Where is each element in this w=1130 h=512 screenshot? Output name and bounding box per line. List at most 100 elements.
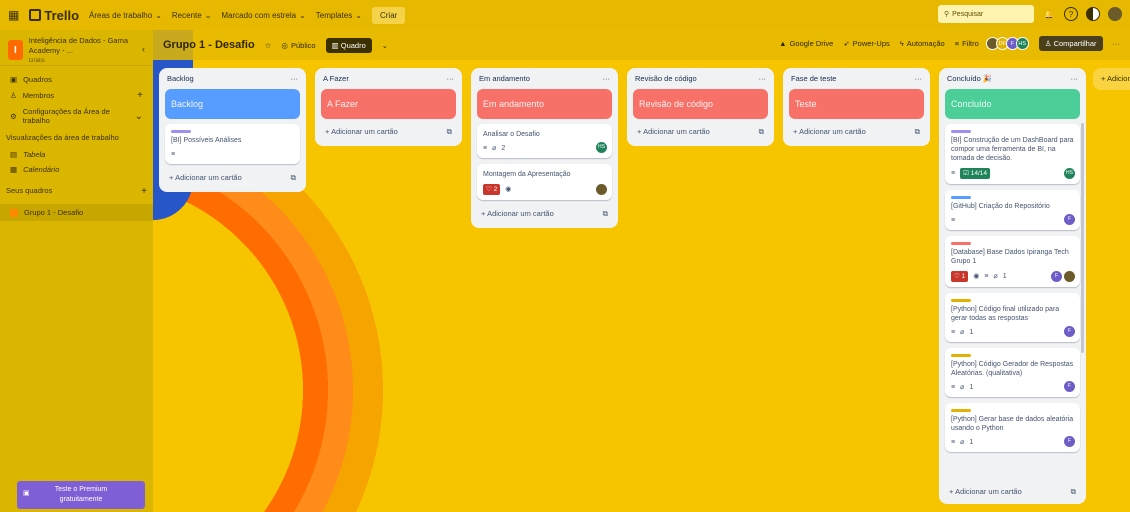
more-icon[interactable]: ··· (603, 74, 611, 83)
board-header: Grupo 1 - Desafio ☆ ◎ Público ▥ Quadro ⌄ … (153, 30, 1130, 60)
cover-label: Concluído (951, 99, 992, 109)
theme-icon[interactable] (1086, 7, 1100, 21)
card-badges: ≡ ⌀ 1 (951, 438, 1074, 447)
add-member-icon[interactable]: + (137, 90, 143, 101)
board-members[interactable]: DF F HS (985, 37, 1029, 50)
list-scrollbar[interactable] (1081, 123, 1084, 353)
help-icon[interactable]: ? (1064, 7, 1078, 21)
template-icon[interactable]: ⧉ (1071, 487, 1076, 497)
list-done: Concluído 🎉 ··· Concluído [BI] Construção… (939, 68, 1086, 504)
sidebar-item-table[interactable]: ▤ Tabela (0, 147, 153, 162)
sidebar-item-boards[interactable]: ▣ Quadros (0, 72, 153, 87)
list-cover-card[interactable]: Em andamento (477, 89, 612, 119)
list-cover-card[interactable]: Revisão de código (633, 89, 768, 119)
list-title[interactable]: Concluído (947, 74, 981, 83)
add-card-button[interactable]: + Adicionar um cartão ⧉ (477, 206, 612, 222)
list-header: Revisão de código ··· (633, 72, 768, 89)
list-in-progress: Em andamento ··· Em andamento Analisar o … (471, 68, 618, 228)
nav-workspaces[interactable]: Áreas de trabalho ⌄ (89, 11, 162, 20)
visibility-button[interactable]: ◎ Público (281, 41, 315, 50)
avatar: HS (1064, 168, 1075, 179)
card[interactable]: [BI] Construção de um DashBoard para com… (945, 124, 1080, 184)
nav-templates[interactable]: Templates ⌄ (316, 11, 362, 20)
more-icon[interactable]: ··· (915, 74, 923, 83)
card[interactable]: [GitHub] Criação do Repositório ≡ F (945, 190, 1080, 230)
template-icon[interactable]: ⧉ (915, 127, 920, 137)
sidebar-item-label: Calendário (23, 165, 60, 174)
list-title[interactable]: Fase de teste (791, 74, 836, 83)
attachment-icon: ⌀ (960, 439, 965, 446)
members-icon: ♙ (10, 91, 17, 100)
more-icon[interactable]: ··· (291, 74, 299, 83)
board-title[interactable]: Grupo 1 - Desafio (163, 39, 255, 51)
star-icon[interactable]: ☆ (265, 41, 272, 50)
attachment-count: 2 (501, 145, 506, 152)
drive-label: Google Drive (789, 39, 834, 48)
power-ups-button[interactable]: ➶ Power-Ups (843, 39, 889, 48)
add-card-button[interactable]: + Adicionar um cartão ⧉ (789, 124, 924, 140)
add-card-button[interactable]: + Adicionar um cartão ⧉ (945, 484, 1080, 500)
sidebar-item-members[interactable]: ♙ Membros + (0, 87, 153, 104)
collapse-sidebar-icon[interactable]: ‹ (142, 44, 145, 54)
card[interactable]: [Python] Gerar base de dados aleatória u… (945, 403, 1080, 452)
more-icon[interactable]: ··· (447, 74, 455, 83)
chevron-down-icon: ⌄ (134, 110, 143, 122)
more-icon[interactable]: ··· (1113, 39, 1121, 48)
card-title: [Database] Base Dados Ipiranga Tech Grup… (951, 249, 1069, 265)
apps-grid-icon[interactable]: ▦ (8, 8, 19, 22)
trello-logo[interactable]: Trello (29, 8, 79, 23)
card[interactable]: [BI] Possíveis Análises ≡ (165, 124, 300, 164)
list-title[interactable]: Backlog (167, 74, 194, 83)
add-board-icon[interactable]: + (141, 186, 147, 197)
template-icon[interactable]: ⧉ (759, 127, 764, 137)
add-card-button[interactable]: + Adicionar um cartão ⧉ (321, 124, 456, 140)
list-cover-card[interactable]: Concluído (945, 89, 1080, 119)
list-cover-card[interactable]: Backlog (165, 89, 300, 119)
template-icon[interactable]: ⧉ (447, 127, 452, 137)
card[interactable]: Montagem da Apresentação ♡ 2 ◉ (477, 164, 612, 200)
add-list-button[interactable]: + Adicionar (1093, 68, 1130, 90)
template-icon[interactable]: ⧉ (603, 209, 608, 219)
party-icon: 🎉 (982, 74, 993, 83)
sidebar-board-grupo1[interactable]: Grupo 1 - Desafio (0, 204, 153, 221)
list-cover-card[interactable]: Teste (789, 89, 924, 119)
card[interactable]: Analisar o Desafio ≡ ⌀ 2 HS (477, 124, 612, 158)
google-drive-button[interactable]: ▲ Google Drive (779, 39, 833, 48)
card[interactable]: [Python] Código Gerador de Respostas Ale… (945, 348, 1080, 397)
search-icon: ⚲ (944, 11, 950, 18)
user-avatar[interactable] (1108, 7, 1122, 21)
more-icon[interactable]: ··· (1071, 74, 1079, 83)
board-view-button[interactable]: ▥ Quadro (325, 37, 372, 53)
add-card-button[interactable]: + Adicionar um cartão ⧉ (165, 170, 300, 186)
card[interactable]: [Python] Código final utilizado para ger… (945, 293, 1080, 342)
notifications-icon[interactable]: 🔔 (1042, 7, 1056, 21)
card-members: F (1064, 381, 1075, 392)
premium-trial-button[interactable]: ▣ Teste o Premium gratuitamente (17, 481, 145, 509)
list-todo: A Fazer ··· A Fazer + Adicionar um cartão… (315, 68, 462, 146)
card-title: [Python] Código Gerador de Respostas Ale… (951, 361, 1074, 377)
chevron-down-icon[interactable]: ⌄ (382, 41, 388, 50)
list-title[interactable]: Em andamento (479, 74, 530, 83)
nav-recent[interactable]: Recente ⌄ (172, 11, 212, 20)
watch-icon: ◉ (973, 273, 980, 280)
sidebar-item-calendar[interactable]: ▦ Calendário (0, 162, 153, 177)
search-input[interactable]: ⚲ Pesquisar (938, 5, 1034, 23)
card-badges: ≡ ☑ 14/14 (951, 168, 1074, 179)
template-icon[interactable]: ⧉ (291, 173, 296, 183)
share-button[interactable]: ♙ Compartilhar (1038, 36, 1103, 51)
create-button[interactable]: Criar (371, 6, 406, 24)
filter-button[interactable]: ≡ Filtro (955, 39, 979, 48)
automation-label: Automação (906, 39, 945, 48)
list-cover-card[interactable]: A Fazer (321, 89, 456, 119)
list-title[interactable]: Revisão de código (635, 74, 697, 83)
sidebar-item-settings[interactable]: ⚙ Configurações da Área de trabalho ⌄ (0, 104, 153, 128)
more-icon[interactable]: ··· (759, 74, 767, 83)
list-title[interactable]: A Fazer (323, 74, 349, 83)
add-card-button[interactable]: + Adicionar um cartão ⧉ (633, 124, 768, 140)
card-badges: ≡ ⌀ 1 (951, 328, 1074, 337)
nav-starred[interactable]: Marcado com estrela ⌄ (221, 11, 305, 20)
description-icon: ≡ (171, 151, 176, 158)
card[interactable]: [Database] Base Dados Ipiranga Tech Grup… (945, 236, 1080, 287)
automation-button[interactable]: ϟ Automação (900, 39, 945, 48)
card-label (171, 130, 191, 133)
